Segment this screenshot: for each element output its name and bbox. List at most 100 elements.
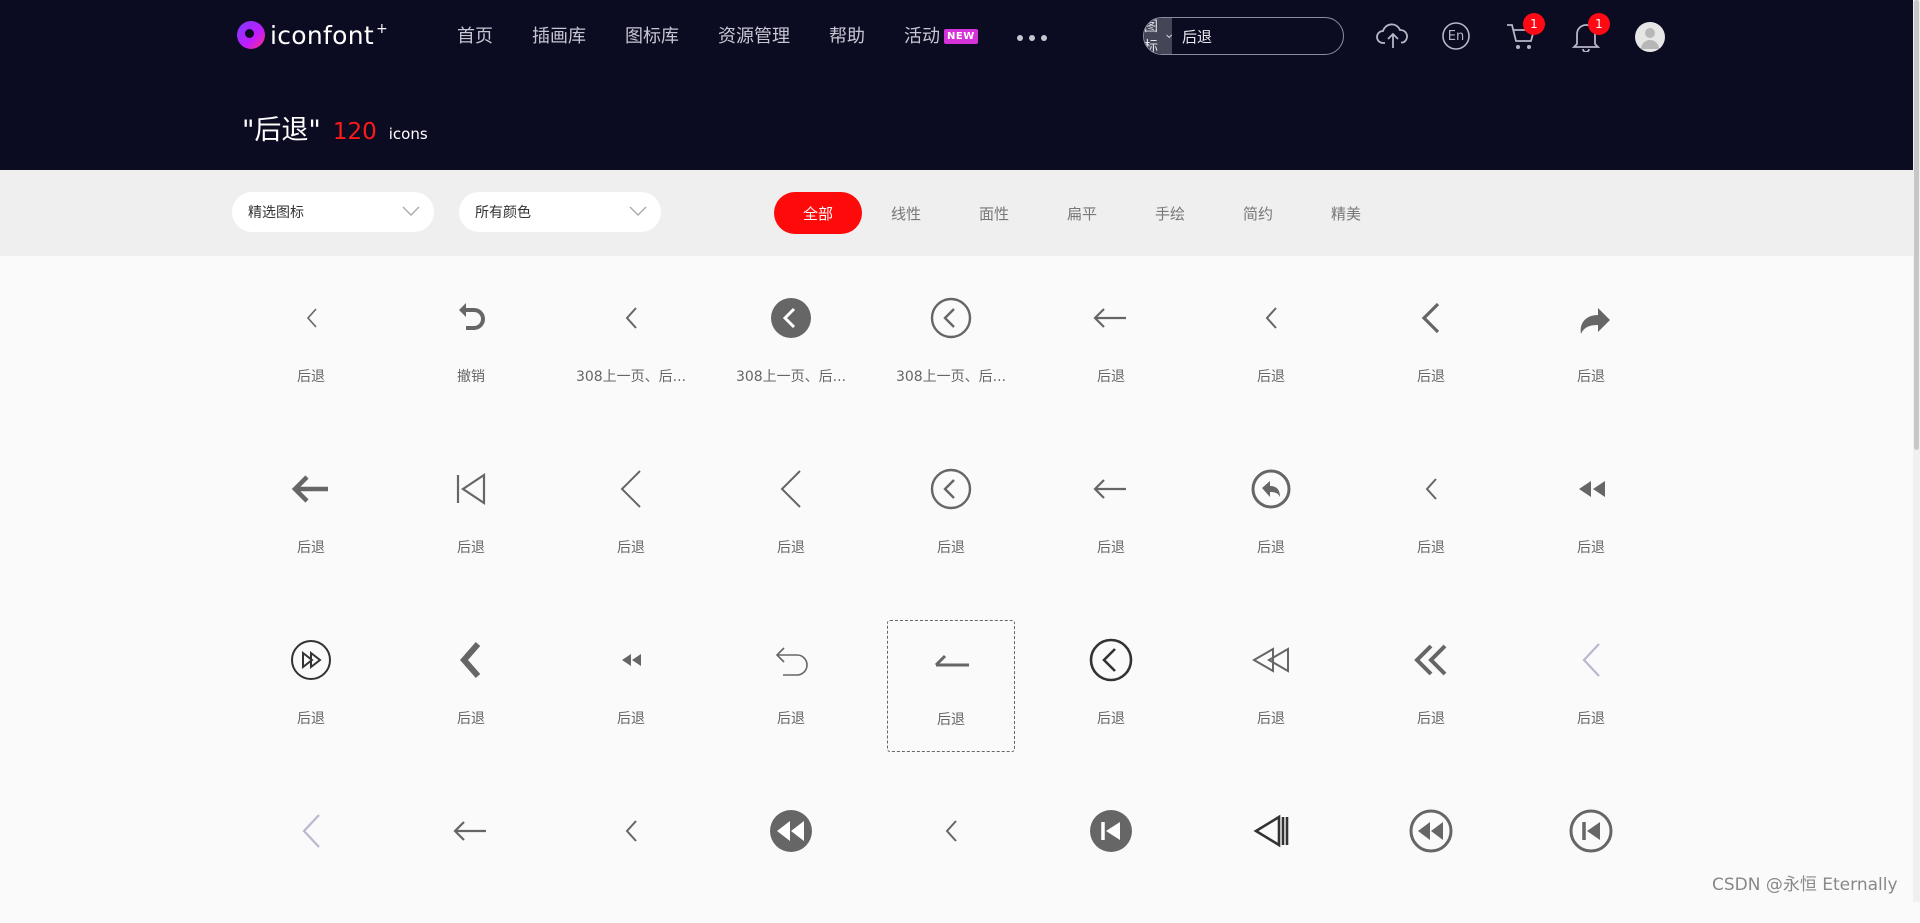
nav-home[interactable]: 首页 [457,22,493,48]
icon-card[interactable]: 后退 [887,449,1015,581]
icon-card-label: 308上一页、后... [735,369,847,385]
icon-quality-select[interactable]: 精选图标 [232,192,434,232]
icon-card-label: 308上一页、后... [575,369,687,385]
icon-card[interactable]: 后退 [1047,449,1175,581]
language-label: En [1447,28,1465,44]
icon-card[interactable]: 后退 [1207,620,1335,752]
arrow-left-icon [1093,479,1126,499]
nav-illustrations[interactable]: 插画库 [532,22,586,48]
icon-card[interactable]: 后退 [407,620,535,752]
icon-card[interactable]: 后退 [1047,278,1175,410]
icon-card[interactable]: 后退 [567,620,695,752]
search-input[interactable] [1172,18,1343,54]
icon-card[interactable]: 后退 [1367,449,1495,581]
icon-card[interactable] [407,791,535,923]
icon-card[interactable]: 后退 [727,620,855,752]
icon-card[interactable]: 撤销 [407,278,535,410]
upload-cloud-icon[interactable] [1375,18,1411,54]
icon-card-label: 后退 [1097,369,1125,385]
icon-card[interactable]: 308上一页、后... [887,278,1015,410]
icon-card-label: 后退 [1417,369,1445,385]
icon-card[interactable]: 后退 [887,620,1015,752]
icon-card[interactable] [1207,791,1335,923]
icon-card[interactable]: 后退 [727,449,855,581]
chevron-left-large-icon [620,470,641,508]
icon-card[interactable] [1047,791,1175,923]
result-unit: icons [388,125,428,143]
search-box: 图标 [1143,17,1344,55]
chevron-left-icon [625,307,637,329]
chevron-left-circle-outline-icon [930,297,972,339]
icon-card-label: 后退 [1097,711,1125,727]
chevron-left-circle-filled-icon [771,298,811,338]
tag-fill[interactable]: 面性 [950,192,1038,234]
icon-card-label: 后退 [297,711,325,727]
icon-card[interactable] [567,791,695,923]
rewind-small-icon [622,654,641,666]
reply-circle-icon [1251,469,1291,509]
icon-card[interactable] [247,791,375,923]
icon-card[interactable] [1367,791,1495,923]
icon-card[interactable]: 308上一页、后... [567,278,695,410]
chevron-left-circle-outline-icon [930,468,972,510]
icon-card[interactable]: 308上一页、后... [727,278,855,410]
icon-card[interactable] [1527,791,1655,923]
chevron-left-light-icon [1582,643,1600,677]
icon-card-label: 后退 [1417,540,1445,556]
icon-card[interactable]: 后退 [567,449,695,581]
icon-card[interactable]: 后退 [407,449,535,581]
tag-line[interactable]: 线性 [862,192,950,234]
nav-icon-library[interactable]: 图标库 [625,22,679,48]
user-avatar[interactable] [1635,22,1665,52]
iconfont-logo[interactable]: iconfont + [237,20,388,50]
icon-card-label: 后退 [1257,369,1285,385]
tag-flat[interactable]: 扁平 [1038,192,1126,234]
chevron-left-bold-icon [1421,302,1440,334]
icon-quality-value: 精选图标 [248,205,304,221]
notification-badge: 1 [1588,13,1610,35]
arrow-left-icon [453,821,486,841]
rewind-circle-filled-icon [770,810,812,852]
cart-button[interactable]: 1 [1503,13,1545,54]
tag-exquisite[interactable]: 精美 [1302,192,1390,234]
icon-card-label: 后退 [777,711,805,727]
nav-activity[interactable]: 活动 NEW [904,22,978,48]
icon-card[interactable]: 后退 [1527,620,1655,752]
color-select[interactable]: 所有颜色 [459,192,661,232]
tag-all[interactable]: 全部 [774,192,862,234]
cart-badge: 1 [1523,13,1545,35]
icon-card[interactable]: 后退 [1527,449,1655,581]
skip-back-circle-filled-icon [1090,810,1132,852]
icon-card[interactable]: 后退 [1367,620,1495,752]
icon-card[interactable]: 后退 [247,620,375,752]
icon-card[interactable]: 后退 [1047,620,1175,752]
icon-card[interactable]: 后退 [1207,278,1335,410]
icon-card[interactable] [727,791,855,923]
more-icon[interactable] [1016,35,1047,41]
return-arrow-icon [775,647,808,676]
filter-bar: 精选图标 所有颜色 全部 线性 面性 扁平 手绘 简约 精美 [0,170,1913,256]
icon-card-label: 后退 [297,369,325,385]
icon-card[interactable]: 后退 [247,449,375,581]
logo-text: iconfont [270,20,374,50]
watermark: CSDN @永恒 Eternally [1712,875,1898,895]
tag-hand-drawn[interactable]: 手绘 [1126,192,1214,234]
icon-card-label: 308上一页、后... [895,369,1007,385]
tag-simple[interactable]: 简约 [1214,192,1302,234]
icon-card[interactable]: 后退 [1527,278,1655,410]
scrollbar-thumb[interactable] [1914,0,1919,450]
chevron-left-heavy-icon [460,642,481,678]
nav-help[interactable]: 帮助 [829,22,865,48]
icon-card[interactable]: 后退 [1207,449,1335,581]
logo-mark-icon [237,21,265,49]
icon-card-label: 后退 [1097,540,1125,556]
icon-card[interactable]: 后退 [247,278,375,410]
notification-button[interactable]: 1 [1568,13,1610,54]
chevron-left-circle-black-icon [1089,638,1133,682]
nav-resource-management[interactable]: 资源管理 [718,22,790,48]
search-type-dropdown[interactable]: 图标 [1144,18,1172,54]
language-toggle[interactable]: En [1438,18,1474,54]
icon-card[interactable]: 后退 [1367,278,1495,410]
page-scrollbar[interactable] [1913,0,1920,902]
icon-card[interactable] [887,791,1015,923]
